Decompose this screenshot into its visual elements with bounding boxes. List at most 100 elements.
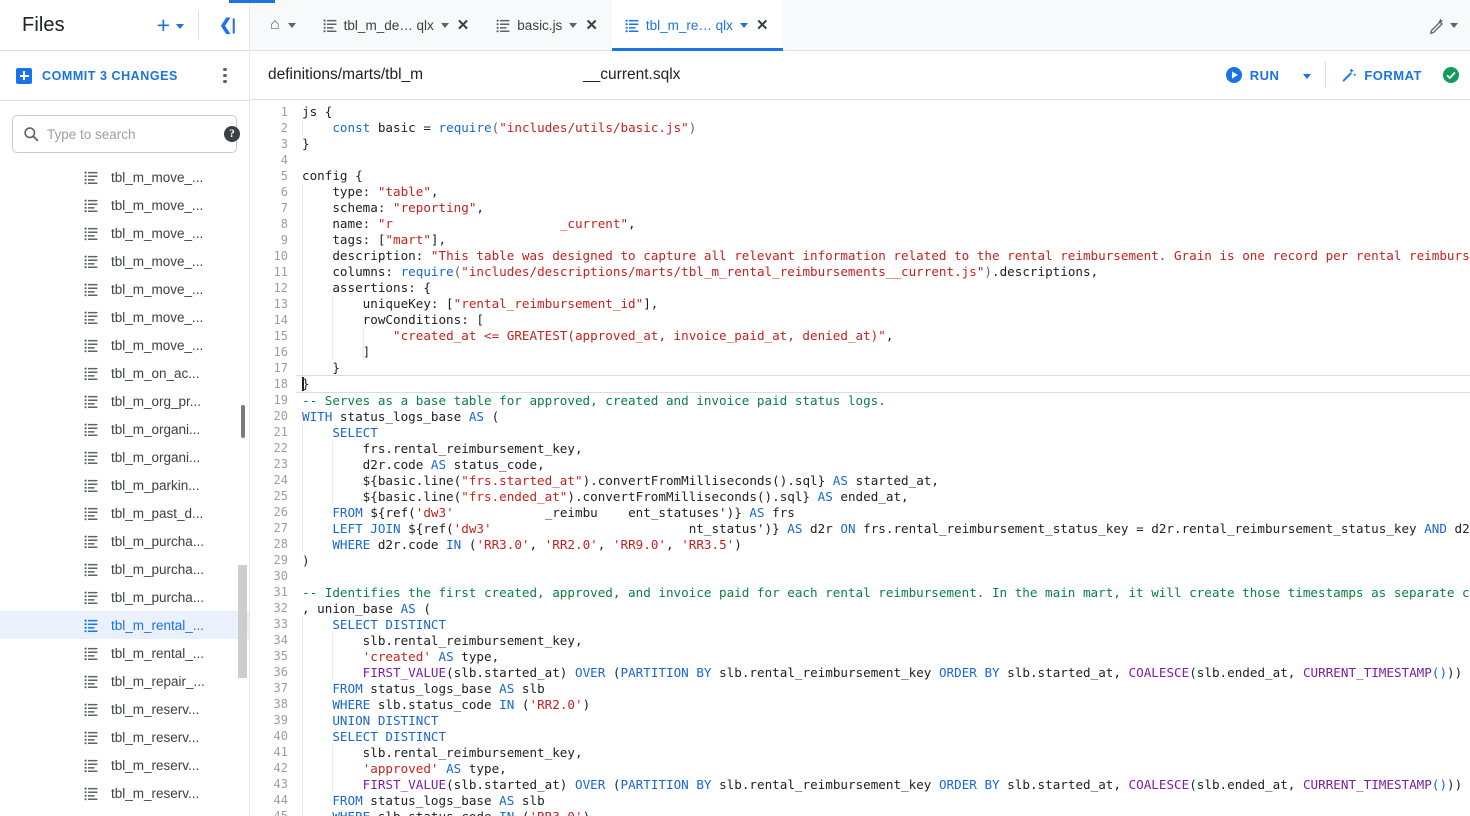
code-line[interactable]: FIRST_VALUE(slb.started_at) OVER (PARTIT…: [296, 665, 1470, 681]
add-file-button[interactable]: +: [155, 12, 186, 38]
code-line[interactable]: WHERE slb.status_code IN ('RR3.0'): [296, 809, 1470, 816]
file-list-item[interactable]: tbl_m_past_d...: [0, 499, 249, 527]
file-list-item[interactable]: tbl_m_reserv...: [0, 779, 249, 807]
editor-tab[interactable]: tbl_m_de… qlx ✕: [310, 0, 484, 50]
code-line[interactable]: LEFT JOIN ${ref('dw3', r nt_status')} AS…: [296, 521, 1470, 537]
file-list-item[interactable]: tbl_m_move_...: [0, 275, 249, 303]
chevron-down-icon[interactable]: [739, 22, 748, 28]
code-editor[interactable]: 1 2 3 4 5 6 7 8 9 10 11 12 13 14 15 16 17 18 19 20 21 22 23 24 2…: [250, 100, 1470, 816]
file-list-item[interactable]: tbl_m_purcha...: [0, 555, 249, 583]
code-line[interactable]: SELECT DISTINCT: [296, 729, 1470, 745]
code-line[interactable]: slb.rental_reimbursement_key,: [296, 633, 1470, 649]
run-options-button[interactable]: [1289, 66, 1321, 85]
code-line[interactable]: tags: ["mart"],: [296, 232, 1470, 248]
close-icon[interactable]: ✕: [456, 16, 471, 35]
code-line[interactable]: , union_base AS (: [296, 601, 1470, 617]
code-line[interactable]: 'created' AS type,: [296, 649, 1470, 665]
collapse-sidebar-button[interactable]: ❮|: [205, 0, 249, 51]
code-line[interactable]: description: "This table was designed to…: [296, 248, 1470, 264]
code-line[interactable]: name: "r __current",: [296, 216, 1470, 232]
format-button[interactable]: FORMAT: [1330, 61, 1432, 90]
chevron-down-icon[interactable]: [440, 22, 449, 28]
tab-bar-spacer: [783, 0, 1427, 50]
file-list[interactable]: tbl_m_move_... tbl_m_move_... tbl_m_move_.…: [0, 163, 249, 816]
chevron-down-icon[interactable]: [1450, 22, 1458, 28]
file-list-scrollbar-thumb[interactable]: [238, 565, 247, 678]
code-line[interactable]: FIRST_VALUE(slb.started_at) OVER (PARTIT…: [296, 777, 1470, 793]
code-line[interactable]: }: [296, 375, 1470, 393]
code-line[interactable]: SELECT: [296, 425, 1470, 441]
file-list-item[interactable]: tbl_m_organi...: [0, 415, 249, 443]
code-line[interactable]: ]: [296, 344, 1470, 360]
code-line[interactable]: type: "table",: [296, 184, 1470, 200]
more-options-icon[interactable]: [215, 67, 235, 84]
file-list-item[interactable]: tbl_m_reserv...: [0, 723, 249, 751]
search-box[interactable]: ?: [12, 115, 240, 153]
code-line[interactable]: js {: [296, 104, 1470, 120]
file-list-item[interactable]: tbl_m_move_...: [0, 303, 249, 331]
file-list-item[interactable]: tbl_m_move_...: [0, 331, 249, 359]
code-line[interactable]: slb.rental_reimbursement_key,: [296, 745, 1470, 761]
code-token: ): [583, 809, 591, 816]
file-list-item[interactable]: tbl_m_purcha...: [0, 583, 249, 611]
code-line[interactable]: schema: "reporting",: [296, 200, 1470, 216]
file-list-item[interactable]: tbl_m_rental_...: [0, 639, 249, 667]
file-list-item[interactable]: tbl_m_move_...: [0, 219, 249, 247]
code-line[interactable]: ${basic.line("frs.ended_at").convertFrom…: [296, 489, 1470, 505]
file-list-scrollbar-thumb-inner[interactable]: [241, 405, 245, 438]
code-token: description:: [302, 248, 431, 263]
code-line[interactable]: [296, 569, 1470, 585]
code-line[interactable]: WITH status_logs_base AS (: [296, 409, 1470, 425]
code-line[interactable]: 'approved' AS type,: [296, 761, 1470, 777]
search-input[interactable]: [47, 126, 224, 142]
code-line[interactable]: rowConditions: [: [296, 312, 1470, 328]
code-line[interactable]: const basic = require("includes/utils/ba…: [296, 120, 1470, 136]
code-line[interactable]: d2r.code AS status_code,: [296, 457, 1470, 473]
file-list-item[interactable]: tbl_m_move_...: [0, 191, 249, 219]
file-list-item[interactable]: tbl_m_move_...: [0, 247, 249, 275]
code-line[interactable]: WHERE d2r.code IN ('RR3.0', 'RR2.0', 'RR…: [296, 537, 1470, 553]
code-line[interactable]: "created_at <= GREATEST(approved_at, inv…: [296, 328, 1470, 344]
code-line[interactable]: -- Identifies the first created, approve…: [296, 585, 1470, 601]
code-line[interactable]: columns: require("includes/descriptions/…: [296, 264, 1470, 280]
file-list-item[interactable]: tbl_m_parkin...: [0, 471, 249, 499]
code-line[interactable]: ${basic.line("frs.started_at").convertFr…: [296, 473, 1470, 489]
run-button[interactable]: RUN: [1215, 60, 1290, 90]
code-line[interactable]: UNION DISTINCT: [296, 713, 1470, 729]
code-line[interactable]: FROM ${ref('dw3', _reimbu ent_statuses')…: [296, 505, 1470, 521]
commit-changes-button[interactable]: COMMIT 3 CHANGES: [42, 69, 215, 83]
indent-guide: [302, 280, 303, 296]
chevron-down-icon[interactable]: [569, 22, 578, 28]
file-list-item[interactable]: tbl_m_organi...: [0, 443, 249, 471]
code-line[interactable]: }: [296, 136, 1470, 152]
help-icon[interactable]: ?: [224, 126, 240, 142]
code-line[interactable]: FROM status_logs_base AS slb: [296, 681, 1470, 697]
code-line[interactable]: FROM status_logs_base AS slb: [296, 793, 1470, 809]
editor-tab[interactable]: basic.js ✕: [483, 0, 612, 50]
code-line[interactable]: ): [296, 553, 1470, 569]
file-list-item[interactable]: tbl_m_reserv...: [0, 751, 249, 779]
code-line[interactable]: SELECT DISTINCT: [296, 617, 1470, 633]
code-line[interactable]: uniqueKey: ["rental_reimbursement_id"],: [296, 296, 1470, 312]
file-list-item[interactable]: tbl_m_rental_...: [0, 611, 249, 639]
close-icon[interactable]: ✕: [755, 16, 770, 35]
status-check-icon[interactable]: [1442, 66, 1460, 84]
code-line[interactable]: [296, 152, 1470, 168]
code-content[interactable]: js { const basic = require("includes/uti…: [296, 100, 1470, 816]
code-line[interactable]: assertions: {: [296, 280, 1470, 296]
editor-tab[interactable]: tbl_m_re… qlx ✕: [611, 0, 783, 51]
magic-pencil-icon[interactable]: [1427, 15, 1447, 35]
file-list-item[interactable]: tbl_m_move_...: [0, 163, 249, 191]
close-icon[interactable]: ✕: [584, 16, 599, 35]
code-line[interactable]: }: [296, 360, 1470, 376]
code-line[interactable]: -- Serves as a base table for approved, …: [296, 393, 1470, 409]
file-list-item[interactable]: tbl_m_on_ac...: [0, 359, 249, 387]
file-list-item[interactable]: tbl_m_reserv...: [0, 695, 249, 723]
code-line[interactable]: frs.rental_reimbursement_key,: [296, 441, 1470, 457]
home-tab[interactable]: ⌂: [250, 0, 310, 50]
file-list-item[interactable]: tbl_m_repair_...: [0, 667, 249, 695]
code-line[interactable]: config {: [296, 168, 1470, 184]
file-list-item[interactable]: tbl_m_org_pr...: [0, 387, 249, 415]
code-line[interactable]: WHERE slb.status_code IN ('RR2.0'): [296, 697, 1470, 713]
file-list-item[interactable]: tbl_m_purcha...: [0, 527, 249, 555]
